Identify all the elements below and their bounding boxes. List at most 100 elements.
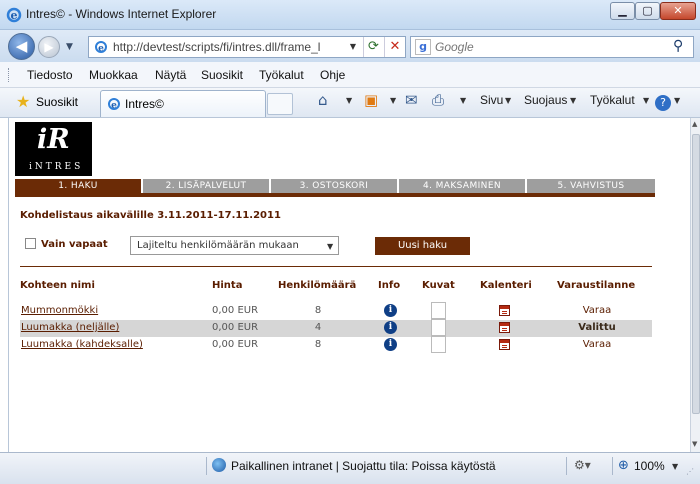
header-images: Kuvat xyxy=(422,280,455,291)
logo-mark: iR xyxy=(37,124,70,155)
image-thumbnail[interactable] xyxy=(431,336,446,353)
status-separator xyxy=(566,457,567,475)
close-button[interactable]: ✕ xyxy=(660,2,696,20)
vertical-scrollbar[interactable]: ▲ ▼ xyxy=(690,118,700,452)
price-cell: 0,00 EUR xyxy=(212,322,259,333)
resize-grip-icon[interactable]: ⋰ xyxy=(686,467,694,476)
new-search-button[interactable]: Uusi haku xyxy=(375,237,470,255)
header-name: Kohteen nimi xyxy=(20,280,95,291)
protected-mode-icon[interactable]: ⚙▾ xyxy=(574,458,591,472)
menu-tools[interactable]: Työkalut xyxy=(259,68,304,82)
help-icon[interactable]: ? xyxy=(655,95,671,111)
scroll-up-icon[interactable]: ▲ xyxy=(692,120,697,128)
page-menu[interactable]: Sivu xyxy=(480,93,503,107)
tools-menu-arrow-icon[interactable]: ▼ xyxy=(643,96,649,105)
header-info: Info xyxy=(378,280,401,291)
book-link[interactable]: Varaa xyxy=(565,305,629,316)
price-cell: 0,00 EUR xyxy=(212,339,259,350)
property-name-link[interactable]: Luumakka (neljälle) xyxy=(21,322,119,333)
property-name-link[interactable]: Mummonmökki xyxy=(21,305,98,316)
step-tab-search[interactable]: 1. HAKU xyxy=(15,179,143,193)
search-input[interactable]: Google xyxy=(435,40,474,54)
minimize-button[interactable]: ▁ xyxy=(610,2,635,20)
favorites-bar: ★ Suosikit e Intres© ⌂ ▼ ▣ ▼ ✉ ⎙ ▼ Sivu … xyxy=(0,88,700,118)
image-thumbnail[interactable] xyxy=(431,319,446,336)
zoom-dropdown-icon[interactable]: ▼ xyxy=(672,462,678,471)
menu-file[interactable]: Tiedosto xyxy=(27,68,73,82)
calendar-icon[interactable] xyxy=(499,339,510,350)
zoom-level[interactable]: 100% xyxy=(634,459,665,473)
safety-menu-arrow-icon[interactable]: ▼ xyxy=(570,96,576,105)
toolbar-grip xyxy=(8,68,11,82)
menu-edit[interactable]: Muokkaa xyxy=(89,68,138,82)
page-icon: e xyxy=(95,41,107,54)
safety-menu[interactable]: Suojaus xyxy=(524,93,567,107)
header-availability: Varaustilanne xyxy=(557,280,636,291)
step-tab-extras[interactable]: 2. LISÄPALVELUT xyxy=(143,179,271,193)
image-thumbnail[interactable] xyxy=(431,302,446,319)
menu-view[interactable]: Näytä xyxy=(155,68,186,82)
new-tab-button[interactable] xyxy=(267,93,293,115)
history-dropdown-icon[interactable]: ▼ xyxy=(66,42,73,52)
svg-text:e: e xyxy=(98,44,104,54)
header-persons: Henkilömäärä xyxy=(278,280,357,291)
info-icon[interactable]: i xyxy=(384,338,397,351)
property-name-link[interactable]: Luumakka (kahdeksalle) xyxy=(21,339,143,350)
stop-icon[interactable]: ✕ xyxy=(384,37,405,57)
sort-selected-value: Lajiteltu henkilömäärän mukaan xyxy=(137,240,299,251)
back-button[interactable]: ◀ xyxy=(8,33,35,60)
security-zone-text[interactable]: Paikallinen intranet | Suojattu tila: Po… xyxy=(231,459,496,473)
menu-help[interactable]: Ohje xyxy=(320,68,345,82)
tools-menu[interactable]: Työkalut xyxy=(590,93,635,107)
feeds-icon[interactable]: ▣ xyxy=(364,91,378,109)
scrollbar-thumb[interactable] xyxy=(692,134,700,414)
google-icon[interactable]: g xyxy=(415,39,431,55)
search-icon[interactable]: ⚲ xyxy=(673,38,683,54)
address-url[interactable]: http://devtest/scripts/fi/intres.dll/fra… xyxy=(113,40,349,54)
step-tab-cart[interactable]: 3. OSTOSKORI xyxy=(271,179,399,193)
only-free-checkbox[interactable] xyxy=(25,238,36,249)
only-free-label[interactable]: Vain vapaat xyxy=(41,239,108,250)
print-icon[interactable]: ⎙ xyxy=(432,91,444,109)
persons-cell: 8 xyxy=(314,305,322,316)
zoom-icon[interactable]: ⊕ xyxy=(618,458,629,473)
table-row: Mummonmökki 0,00 EUR 8 i Varaa xyxy=(20,302,652,320)
step-divider xyxy=(15,193,655,197)
status-separator xyxy=(612,457,613,475)
calendar-icon[interactable] xyxy=(499,305,510,316)
print-dropdown-icon[interactable]: ▼ xyxy=(460,96,466,105)
help-dropdown-icon[interactable]: ▼ xyxy=(674,96,680,105)
home-icon[interactable]: ⌂ xyxy=(318,91,328,109)
favorites-button[interactable]: Suosikit xyxy=(36,95,78,109)
step-tab-confirmation[interactable]: 5. VAHVISTUS xyxy=(527,179,655,193)
navigation-bar: ◀ ▶ ▼ e http://devtest/scripts/fi/intres… xyxy=(0,30,700,62)
address-bar[interactable]: e http://devtest/scripts/fi/intres.dll/f… xyxy=(88,36,406,58)
status-separator xyxy=(206,457,207,475)
tab-title: Intres© xyxy=(125,97,164,111)
header-calendar: Kalenteri xyxy=(480,280,532,291)
forward-button[interactable]: ▶ xyxy=(38,36,60,58)
sort-select[interactable]: Lajiteltu henkilömäärän mukaan ▼ xyxy=(130,236,339,255)
step-tab-payment[interactable]: 4. MAKSAMINEN xyxy=(399,179,527,193)
mail-icon[interactable]: ✉ xyxy=(405,91,418,109)
calendar-icon[interactable] xyxy=(499,322,510,333)
table-row: Luumakka (neljälle) 0,00 EUR 4 i Valittu xyxy=(20,319,652,337)
favorites-star-icon[interactable]: ★ xyxy=(16,92,30,111)
scroll-down-icon[interactable]: ▼ xyxy=(692,440,697,448)
refresh-icon[interactable]: ⟳ xyxy=(363,37,383,57)
search-box[interactable]: g Google ⚲ xyxy=(410,36,694,58)
chevron-down-icon: ▼ xyxy=(327,242,334,251)
feeds-dropdown-icon[interactable]: ▼ xyxy=(390,96,396,105)
menu-favorites[interactable]: Suosikit xyxy=(201,68,243,82)
browser-tab[interactable]: e Intres© xyxy=(100,90,266,117)
window-title: Intres© - Windows Internet Explorer xyxy=(26,7,217,21)
book-link[interactable]: Varaa xyxy=(565,339,629,350)
date-range-text: Kohdelistaus aikavälille 3.11.2011-17.11… xyxy=(20,210,281,221)
window-title-bar: e Intres© - Windows Internet Explorer ▁ … xyxy=(0,0,700,30)
home-dropdown-icon[interactable]: ▼ xyxy=(346,96,352,105)
page-menu-arrow-icon[interactable]: ▼ xyxy=(505,96,511,105)
info-icon[interactable]: i xyxy=(384,304,397,317)
maximize-button[interactable]: ▢ xyxy=(635,2,660,20)
address-dropdown-icon[interactable]: ▼ xyxy=(347,39,359,55)
info-icon[interactable]: i xyxy=(384,321,397,334)
